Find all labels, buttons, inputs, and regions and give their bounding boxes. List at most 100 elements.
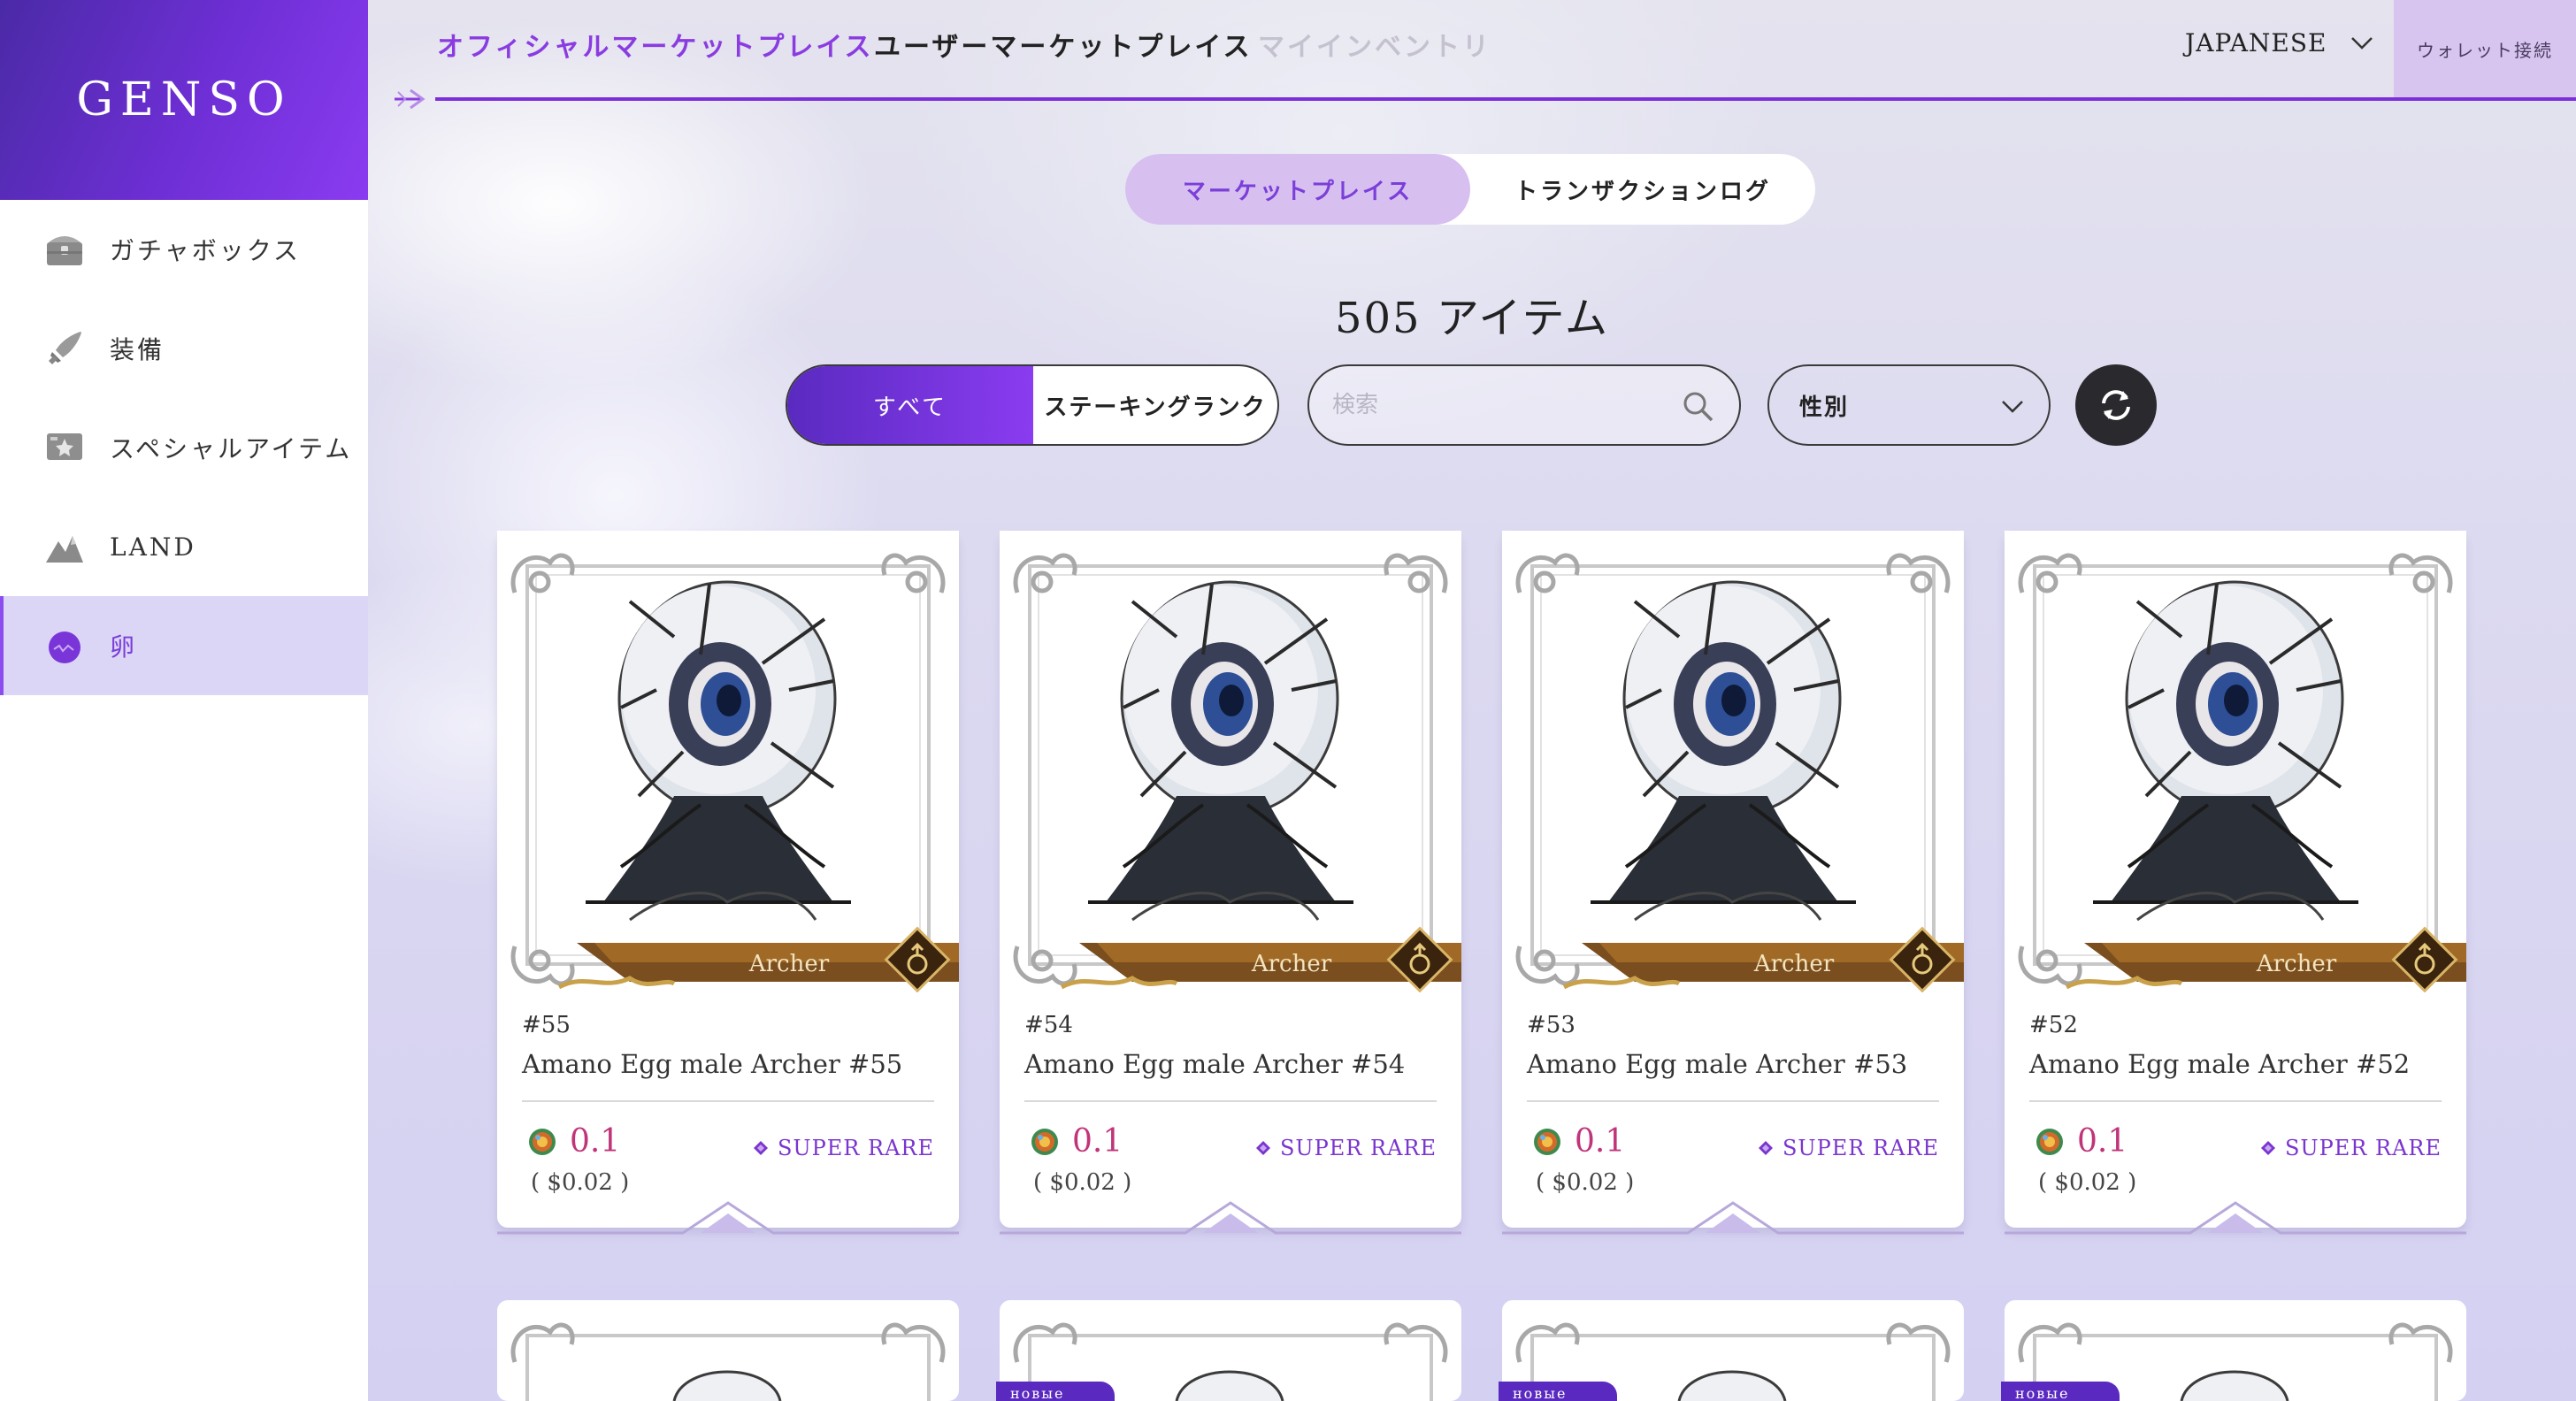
search-input[interactable] [1332, 392, 1668, 418]
card-bottom-ornament [1000, 1201, 1461, 1235]
tab-user-marketplace[interactable]: ユーザーマーケットプレイス [874, 25, 1253, 64]
new-badge: новые [2001, 1382, 2120, 1401]
chevron-down-icon [2002, 401, 2023, 413]
mountain-icon [44, 526, 85, 567]
segment-transaction-log[interactable]: トランザクションログ [1470, 154, 1815, 225]
gem-icon [2260, 1141, 2275, 1155]
view-segment-control: マーケットプレイス トランザクションログ [1125, 154, 1815, 225]
sidebar-item-label: 装備 [110, 335, 165, 364]
egg-artwork-image: Archer [1502, 531, 1964, 992]
egg-artwork-image: Archer [2005, 531, 2466, 992]
gem-icon [1758, 1141, 1773, 1155]
item-price-usd: ( $0.02 ) [1536, 1169, 1635, 1196]
sword-icon [44, 328, 85, 369]
class-banner-text: Archer [748, 951, 830, 977]
egg-icon [44, 625, 85, 666]
card-frame-ornament [510, 1322, 946, 1401]
item-number: #55 [522, 1012, 571, 1038]
sidebar-item-label: ガチャボックス [110, 236, 301, 265]
gem-icon [753, 1141, 768, 1155]
coin-icon [529, 1128, 556, 1155]
card-bottom-ornament [497, 1201, 959, 1235]
price-row: 0.1 [2035, 1123, 2128, 1160]
new-badge: новые [1499, 1382, 1617, 1401]
item-name: Amano Egg male Archer #54 [1024, 1049, 1406, 1079]
rarity-badge: SUPER RARE [753, 1136, 934, 1160]
item-card[interactable]: Archer #55 Amano Egg male Archer #55 0.1… [497, 531, 959, 1235]
tab-official-marketplace[interactable]: オフィシャルマーケットプレイス [437, 25, 874, 64]
sidebar: GENSO ガチャボックス 装備 スペシャルアイテム LAND 卵 [0, 0, 368, 1401]
rarity-label: SUPER RARE [2284, 1136, 2442, 1160]
item-card[interactable] [497, 1300, 959, 1401]
filter-all-button[interactable]: すべて [787, 366, 1033, 444]
item-name: Amano Egg male Archer #55 [522, 1049, 903, 1079]
item-card[interactable]: новые [996, 1300, 1461, 1401]
wallet-connect-button[interactable]: ウォレット接続 [2394, 0, 2576, 97]
language-label: JAPANESE [2185, 28, 2327, 57]
refresh-icon [2102, 390, 2130, 420]
card-bottom-ornament [2005, 1201, 2466, 1235]
main-content: オフィシャルマーケットプレイス ユーザーマーケットプレイス マイインベントリ J… [368, 0, 2576, 1401]
item-number: #53 [1527, 1012, 1576, 1038]
logo[interactable]: GENSO [0, 0, 368, 200]
refresh-button[interactable] [2075, 364, 2157, 446]
sidebar-item-special-items[interactable]: スペシャルアイテム [0, 398, 368, 497]
card-divider [1024, 1100, 1437, 1102]
egg-artwork-image: Archer [497, 531, 959, 992]
card-divider [1527, 1100, 1939, 1102]
rarity-label: SUPER RARE [777, 1136, 934, 1160]
search-icon[interactable] [1683, 391, 1714, 423]
tab-my-inventory[interactable]: マイインベントリ [1258, 25, 1491, 64]
item-name: Amano Egg male Archer #53 [1527, 1049, 1908, 1079]
class-banner-text: Archer [1753, 951, 1835, 977]
item-price-usd: ( $0.02 ) [1033, 1169, 1132, 1196]
logo-wordmark: GENSO [76, 73, 292, 126]
coin-icon [1031, 1128, 1058, 1155]
rarity-badge: SUPER RARE [2260, 1136, 2442, 1160]
item-number: #52 [2029, 1012, 2078, 1038]
sidebar-item-label: 卵 [110, 632, 138, 662]
item-card[interactable]: Archer #52 Amano Egg male Archer #52 0.1… [2005, 531, 2466, 1235]
language-selector[interactable]: JAPANESE [2185, 28, 2373, 57]
gem-icon [1255, 1141, 1270, 1155]
item-price: 0.1 [1072, 1123, 1123, 1160]
price-row: 0.1 [527, 1123, 620, 1160]
search-box [1307, 364, 1741, 446]
item-card[interactable]: новые [1499, 1300, 1964, 1401]
segment-marketplace[interactable]: マーケットプレイス [1125, 154, 1470, 225]
nav-arrow-ornament [395, 88, 426, 110]
egg-artwork-image: Archer [1000, 531, 1461, 992]
gender-select[interactable]: 性別 [1767, 364, 2051, 446]
sidebar-item-land[interactable]: LAND [0, 497, 368, 596]
item-card[interactable]: новые [2001, 1300, 2466, 1401]
item-name: Amano Egg male Archer #52 [2029, 1049, 2411, 1079]
class-banner-text: Archer [2256, 951, 2337, 977]
item-price: 0.1 [1575, 1123, 1626, 1160]
sidebar-item-equipment[interactable]: 装備 [0, 299, 368, 398]
item-card[interactable]: Archer #54 Amano Egg male Archer #54 0.1… [1000, 531, 1461, 1235]
card-divider [2029, 1100, 2442, 1102]
filter-toggle: すべて ステーキングランク [786, 364, 1279, 446]
new-badge: новые [996, 1382, 1115, 1401]
coin-icon [1534, 1128, 1560, 1155]
class-banner-text: Archer [1251, 951, 1332, 977]
rarity-badge: SUPER RARE [1255, 1136, 1437, 1160]
sidebar-item-gacha-box[interactable]: ガチャボックス [0, 200, 368, 299]
item-price-usd: ( $0.02 ) [531, 1169, 630, 1196]
item-price-usd: ( $0.02 ) [2038, 1169, 2137, 1196]
special-item-icon [44, 427, 85, 468]
card-bottom-ornament [1502, 1201, 1964, 1235]
filter-staking-rank-button[interactable]: ステーキングランク [1033, 366, 1277, 444]
sidebar-item-label: LAND [110, 532, 196, 562]
coin-icon [2036, 1128, 2063, 1155]
sidebar-item-egg[interactable]: 卵 [0, 596, 368, 695]
item-price: 0.1 [2077, 1123, 2128, 1160]
gender-select-label: 性別 [1799, 394, 1850, 421]
item-price: 0.1 [570, 1123, 621, 1160]
item-card[interactable]: Archer #53 Amano Egg male Archer #53 0.1… [1502, 531, 1964, 1235]
item-count: 505 アイテム [1334, 294, 1610, 343]
top-navigation: オフィシャルマーケットプレイス ユーザーマーケットプレイス マイインベントリ J… [368, 0, 2576, 110]
rarity-badge: SUPER RARE [1758, 1136, 1939, 1160]
rarity-label: SUPER RARE [1279, 1136, 1437, 1160]
card-divider [522, 1100, 934, 1102]
